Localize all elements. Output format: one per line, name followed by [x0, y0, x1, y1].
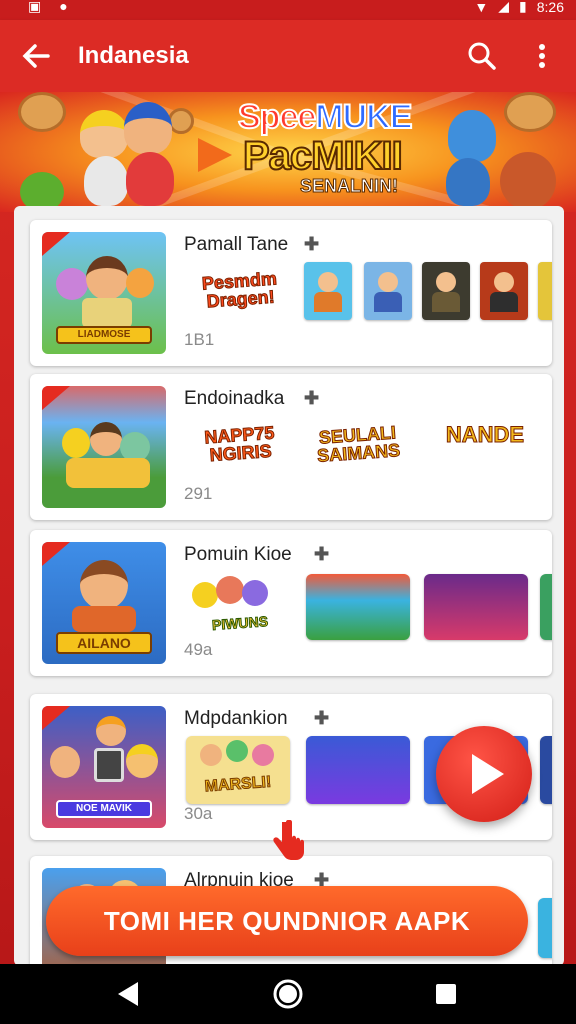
app-title: Mdpdankion — [184, 708, 288, 729]
new-badge — [42, 542, 70, 566]
app-thumbnail[interactable]: NOE MAVIK — [42, 706, 166, 828]
battery-icon: ▮ — [519, 0, 527, 14]
screenshot-thumb[interactable] — [364, 262, 412, 320]
list-item[interactable]: AILANO Pomuin Kioe ✚ PIWUNS 49a — [30, 530, 552, 676]
play-icon — [472, 754, 504, 794]
game-logo: NAPP75 NGIRIS — [203, 422, 276, 466]
promo-banner[interactable]: SpeeMUKE PacMIKII SENALNIN! — [0, 92, 576, 212]
cookie-image — [18, 92, 66, 132]
wifi-icon: ▼ — [474, 0, 489, 15]
screenshot-thumb[interactable] — [540, 574, 552, 640]
more-vert-icon[interactable] — [524, 38, 560, 74]
list-item[interactable]: Endoinadka ✚ NAPP75 NGIRIS SEULALI SAIMA… — [30, 374, 552, 520]
status-bar: ▣ ● ▼ ◢ ▮ 8:26 — [0, 0, 576, 20]
character-image — [446, 158, 490, 206]
status-time: 8:26 — [536, 0, 564, 15]
app-notification-icon: ● — [59, 0, 68, 14]
pointer-hand-icon — [270, 819, 306, 866]
back-arrow-icon[interactable] — [18, 38, 54, 74]
screenshot-thumb[interactable] — [424, 574, 528, 640]
download-apk-button[interactable]: TOMI HER QUNDNIOR AAPK — [46, 886, 528, 956]
character-image — [448, 110, 496, 162]
thumbnail-tag: NOE MAVIK — [56, 800, 152, 818]
add-icon[interactable]: ✚ — [314, 708, 329, 729]
app-title: Pomuin Kioe — [184, 544, 292, 565]
game-logo: MARSLI! — [204, 773, 273, 796]
game-characters — [192, 574, 284, 614]
system-nav-bar — [0, 964, 576, 1024]
character-image — [126, 152, 174, 206]
install-count: 49a — [184, 640, 213, 659]
screenshot-thumb[interactable] — [540, 736, 552, 804]
app-thumbnail[interactable]: AILANO — [42, 542, 166, 664]
page-title: Indanesia — [78, 42, 189, 69]
game-logo: PIWUNS — [211, 613, 269, 634]
banner-title-line3: SENALNIN! — [300, 176, 399, 197]
new-badge — [42, 386, 70, 410]
banner-title-line1: SpeeMUKE — [237, 97, 413, 137]
new-badge — [42, 232, 70, 256]
screenshot-thumb[interactable] — [538, 262, 552, 320]
notification-icon: ▣ — [28, 0, 42, 14]
screenshot-thumb[interactable] — [538, 898, 552, 958]
install-count: 291 — [184, 484, 213, 503]
game-logo: Pesmdm Dragen! — [201, 268, 278, 312]
game-logo: SEULALI SAIMANS — [316, 422, 401, 466]
app-title: Pamall Tane — [184, 234, 289, 255]
character-image — [124, 102, 172, 154]
arrow-image — [198, 138, 232, 172]
screenshot-thumb[interactable] — [422, 262, 470, 320]
screenshot-thumb[interactable] — [306, 574, 410, 640]
nav-back-icon[interactable] — [110, 976, 146, 1012]
character-image — [500, 152, 556, 210]
app-screen: ▣ ● ▼ ◢ ▮ 8:26 Indanesia SpeeMUKE PacMIK… — [0, 0, 576, 1024]
add-icon[interactable]: ✚ — [304, 234, 319, 255]
screenshot-thumb[interactable] — [306, 736, 410, 804]
add-icon[interactable]: ✚ — [314, 544, 329, 565]
nav-recents-icon[interactable] — [428, 976, 464, 1012]
character-image — [80, 110, 128, 158]
screenshot-thumb[interactable]: MARSLI! — [186, 736, 290, 804]
search-icon[interactable] — [464, 38, 500, 74]
thumbnail-tag: AILANO — [56, 632, 152, 654]
new-badge — [42, 706, 70, 730]
screenshot-thumb[interactable] — [480, 262, 528, 320]
signal-icon: ◢ — [498, 0, 510, 14]
character-image — [84, 156, 128, 206]
app-bar: Indanesia — [0, 20, 576, 92]
app-title: Endoinadka — [184, 388, 285, 409]
cookie-image — [504, 92, 556, 132]
banner-title-line2: PacMIKII — [242, 133, 404, 179]
play-button[interactable] — [436, 726, 532, 822]
game-logo: NANDE — [445, 422, 525, 447]
install-count: 1B1 — [184, 330, 215, 349]
add-icon[interactable]: ✚ — [304, 388, 319, 409]
nav-home-icon[interactable] — [270, 976, 306, 1012]
app-thumbnail[interactable]: LIADMOSE — [42, 232, 166, 354]
install-count: 30a — [184, 804, 213, 823]
list-item[interactable]: LIADMOSE Pamall Tane ✚ Pesmdm Dragen! 1B… — [30, 220, 552, 366]
screenshot-thumb[interactable] — [304, 262, 352, 320]
thumbnail-tag: LIADMOSE — [56, 326, 152, 344]
app-thumbnail[interactable] — [42, 386, 166, 508]
